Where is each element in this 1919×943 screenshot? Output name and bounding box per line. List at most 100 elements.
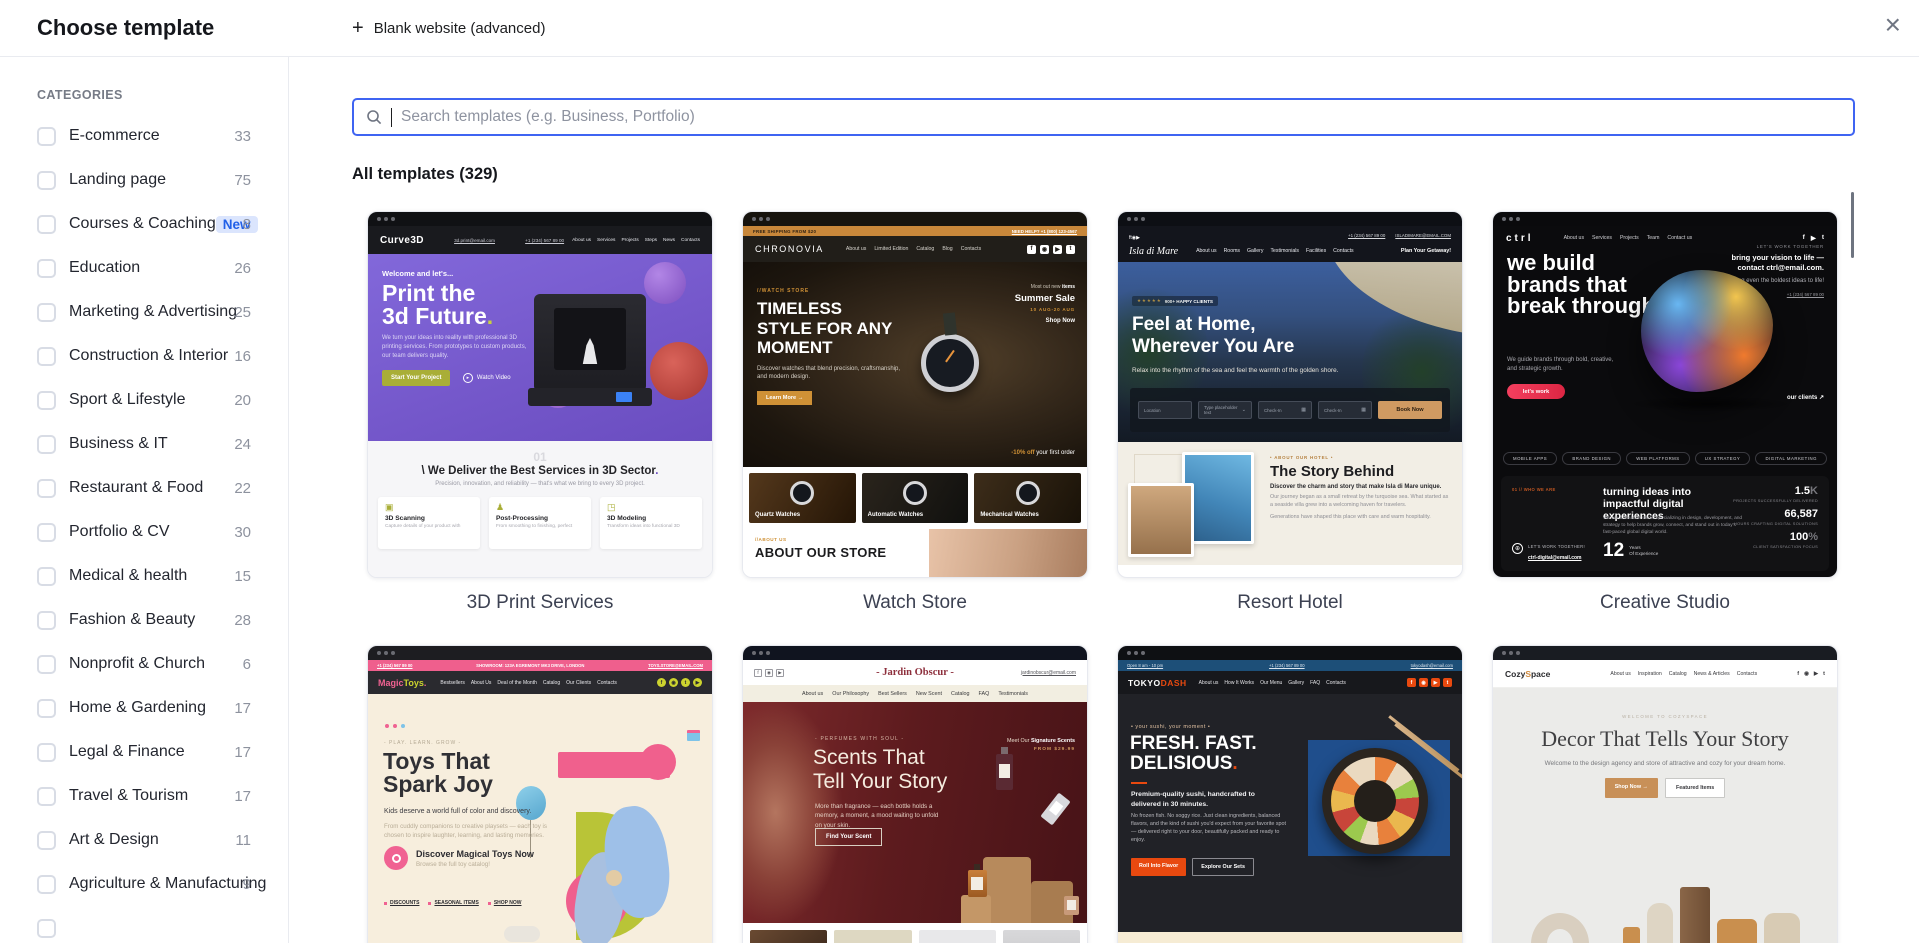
sidebar-category[interactable]: Landing page 75 xyxy=(37,158,251,202)
accent-bar xyxy=(1131,782,1147,784)
instagram-icon: ◉ xyxy=(669,678,678,687)
category-label: Landing page xyxy=(69,171,166,188)
nav-item: News xyxy=(663,237,676,243)
category-checkbox[interactable] xyxy=(37,214,56,234)
nav-item: Rooms xyxy=(1223,248,1240,254)
template-preview-sushi[interactable]: Open 8 am - 10 pm +1 (234) 567 89 00 tok… xyxy=(1117,645,1463,943)
preview-years-stat: 12 Years Of Experience xyxy=(1603,539,1659,561)
template-preview-watch-store[interactable]: FREE SHIPPING FROM $20 NEED HELP? +1 (800… xyxy=(742,211,1088,578)
checkout-field: Check-In ▦ xyxy=(1318,401,1372,419)
process-icon: ♟ xyxy=(496,502,505,512)
preview-cta: Roll Into Flavor xyxy=(1131,858,1187,876)
blank-website-button[interactable]: + Blank website (advanced) xyxy=(352,18,545,38)
close-icon[interactable]: × xyxy=(1885,11,1901,39)
sidebar-category[interactable]: Restaurant & Food 22 xyxy=(37,466,251,510)
category-checkbox[interactable] xyxy=(37,830,56,850)
sidebar-category[interactable]: E-commerce 33 xyxy=(37,114,251,158)
category-checkbox[interactable] xyxy=(37,918,56,938)
template-preview-perfume[interactable]: f ◉ ▶ - Jardin Obscur - jardinobscur@email… xyxy=(742,645,1088,943)
calendar-icon: ▦ xyxy=(1361,407,1366,413)
category-checkbox[interactable] xyxy=(37,346,56,366)
category-count: 33 xyxy=(234,127,251,145)
preview-body: We guide brands through bold, creative, … xyxy=(1507,357,1614,372)
preview-kicker: • your sushi, your moment • xyxy=(1131,724,1211,730)
preview-kicker: - PLAY. LEARN. GROW - xyxy=(384,740,462,746)
category-checkbox[interactable] xyxy=(37,302,56,322)
scrollbar-thumb[interactable] xyxy=(1851,192,1854,258)
browser-chrome xyxy=(743,646,1087,660)
preview-heading: FRESH. FAST. DELISIOUS. xyxy=(1130,733,1257,774)
sidebar-category[interactable]: Education 26 xyxy=(37,246,251,290)
category-checkbox[interactable] xyxy=(37,786,56,806)
sidebar-category[interactable]: Business & IT 24 xyxy=(37,422,251,466)
sidebar-category[interactable]: Medical & health 15 xyxy=(37,554,251,598)
category-label: Nonprofit & Church xyxy=(69,655,206,672)
category-checkbox[interactable] xyxy=(37,874,56,894)
category-checkbox[interactable] xyxy=(37,566,56,586)
coral-shape xyxy=(650,342,708,400)
category-checkbox[interactable] xyxy=(37,434,56,454)
preview-promo: Meet Our Signature Scents FROM $29.99 xyxy=(1006,738,1075,752)
category-count: 75 xyxy=(234,171,251,189)
perfume-bottle xyxy=(996,747,1013,790)
nav-item: Gallery xyxy=(1288,679,1305,686)
text-cursor xyxy=(391,107,392,127)
sidebar-category[interactable]: Marketing & Advertising 25 xyxy=(37,290,251,334)
sidebar-category-partial[interactable] xyxy=(37,906,251,943)
template-preview-decor[interactable]: CozySpace About us Inspiration Catalog News… xyxy=(1492,645,1838,943)
preview-showroom: SHOWROOM: 123A EGREMONT MK3 DRIVE, LONDO… xyxy=(476,663,585,668)
sidebar-category[interactable]: Travel & Tourism 17 xyxy=(37,774,251,818)
category-checkbox[interactable] xyxy=(37,126,56,146)
sidebar-category[interactable]: Agriculture & Manufacturing 9 xyxy=(37,862,266,906)
template-preview-toy-store[interactable]: +1 (234) 567 89 00 SHOWROOM: 123A EGREMO… xyxy=(367,645,713,943)
sidebar-category[interactable]: Sport & Lifestyle 20 xyxy=(37,378,251,422)
nav-item: SHOP NOW xyxy=(488,900,522,906)
preview-body: No frozen fish. No soggy rice. Just clea… xyxy=(1131,813,1287,844)
template-preview-resort-hotel[interactable]: ft◉▶ +1 (234) 567 89 00 ISLADIMARE@EMAIL… xyxy=(1117,211,1463,578)
template-preview-3d-print[interactable]: Curve3D 3d.print@email.com +1 (234) 567 … xyxy=(367,211,713,578)
location-field: Location xyxy=(1138,401,1192,419)
category-label: Construction & Interior xyxy=(69,347,229,364)
interior-photo xyxy=(1128,483,1194,557)
category-tile: Quartz Watches xyxy=(749,473,856,523)
preview-nav: About us How It Works Our Menu Gallery FAQ Co… xyxy=(1199,680,1346,686)
category-label: Travel & Tourism xyxy=(69,787,189,804)
search-input[interactable] xyxy=(401,108,1841,126)
sidebar-category[interactable]: Art & Design 11 xyxy=(37,818,251,862)
sidebar-category[interactable]: Fashion & Beauty 28 xyxy=(37,598,251,642)
preview-nav-cta: Plan Your Getaway! xyxy=(1400,248,1451,254)
category-checkbox[interactable] xyxy=(37,522,56,542)
preview-phone: +1 (234) 567 89 00 xyxy=(377,663,413,668)
youtube-icon: ▶ xyxy=(693,678,702,687)
nav-item: Best Sellers xyxy=(878,690,907,697)
nav-item: Our Menu xyxy=(1260,679,1283,686)
category-checkbox[interactable] xyxy=(37,390,56,410)
nav-item: About Us xyxy=(470,679,492,686)
category-checkbox[interactable] xyxy=(37,742,56,762)
preview-nav: About us Services Projects Steps News Contact… xyxy=(572,238,700,243)
template-preview-creative-studio[interactable]: ctrl About us Services Projects Team Contact… xyxy=(1492,211,1838,578)
category-checkbox[interactable] xyxy=(37,654,56,674)
category-checkbox[interactable] xyxy=(37,698,56,718)
template-card: FREE SHIPPING FROM $20 NEED HELP? +1 (800… xyxy=(742,211,1088,614)
category-checkbox[interactable] xyxy=(37,478,56,498)
nav-item: DISCOUNTS xyxy=(384,900,419,906)
instagram-icon: ◉ xyxy=(1040,244,1049,254)
page-title: Choose template xyxy=(37,15,215,40)
sidebar-category[interactable]: Construction & Interior 16 xyxy=(37,334,251,378)
category-checkbox[interactable] xyxy=(37,258,56,278)
pink-circle-shape xyxy=(640,744,676,780)
category-label: Medical & health xyxy=(69,567,188,584)
template-name: Resort Hotel xyxy=(1237,592,1343,613)
category-checkbox[interactable] xyxy=(37,170,56,190)
sidebar-category[interactable]: Courses & Coaching New 8 xyxy=(37,202,258,246)
category-count: 25 xyxy=(234,303,251,321)
sidebar-category[interactable]: Portfolio & CV 30 xyxy=(37,510,251,554)
sidebar-category[interactable]: Home & Gardening 17 xyxy=(37,686,251,730)
book-now-button: Book Now xyxy=(1378,401,1442,419)
template-name: Watch Store xyxy=(863,592,967,613)
sidebar-category[interactable]: Nonprofit & Church 6 xyxy=(37,642,251,686)
sidebar-category[interactable]: Legal & Finance 17 xyxy=(37,730,251,774)
category-checkbox[interactable] xyxy=(37,610,56,630)
nav-item: About us xyxy=(1610,670,1631,677)
